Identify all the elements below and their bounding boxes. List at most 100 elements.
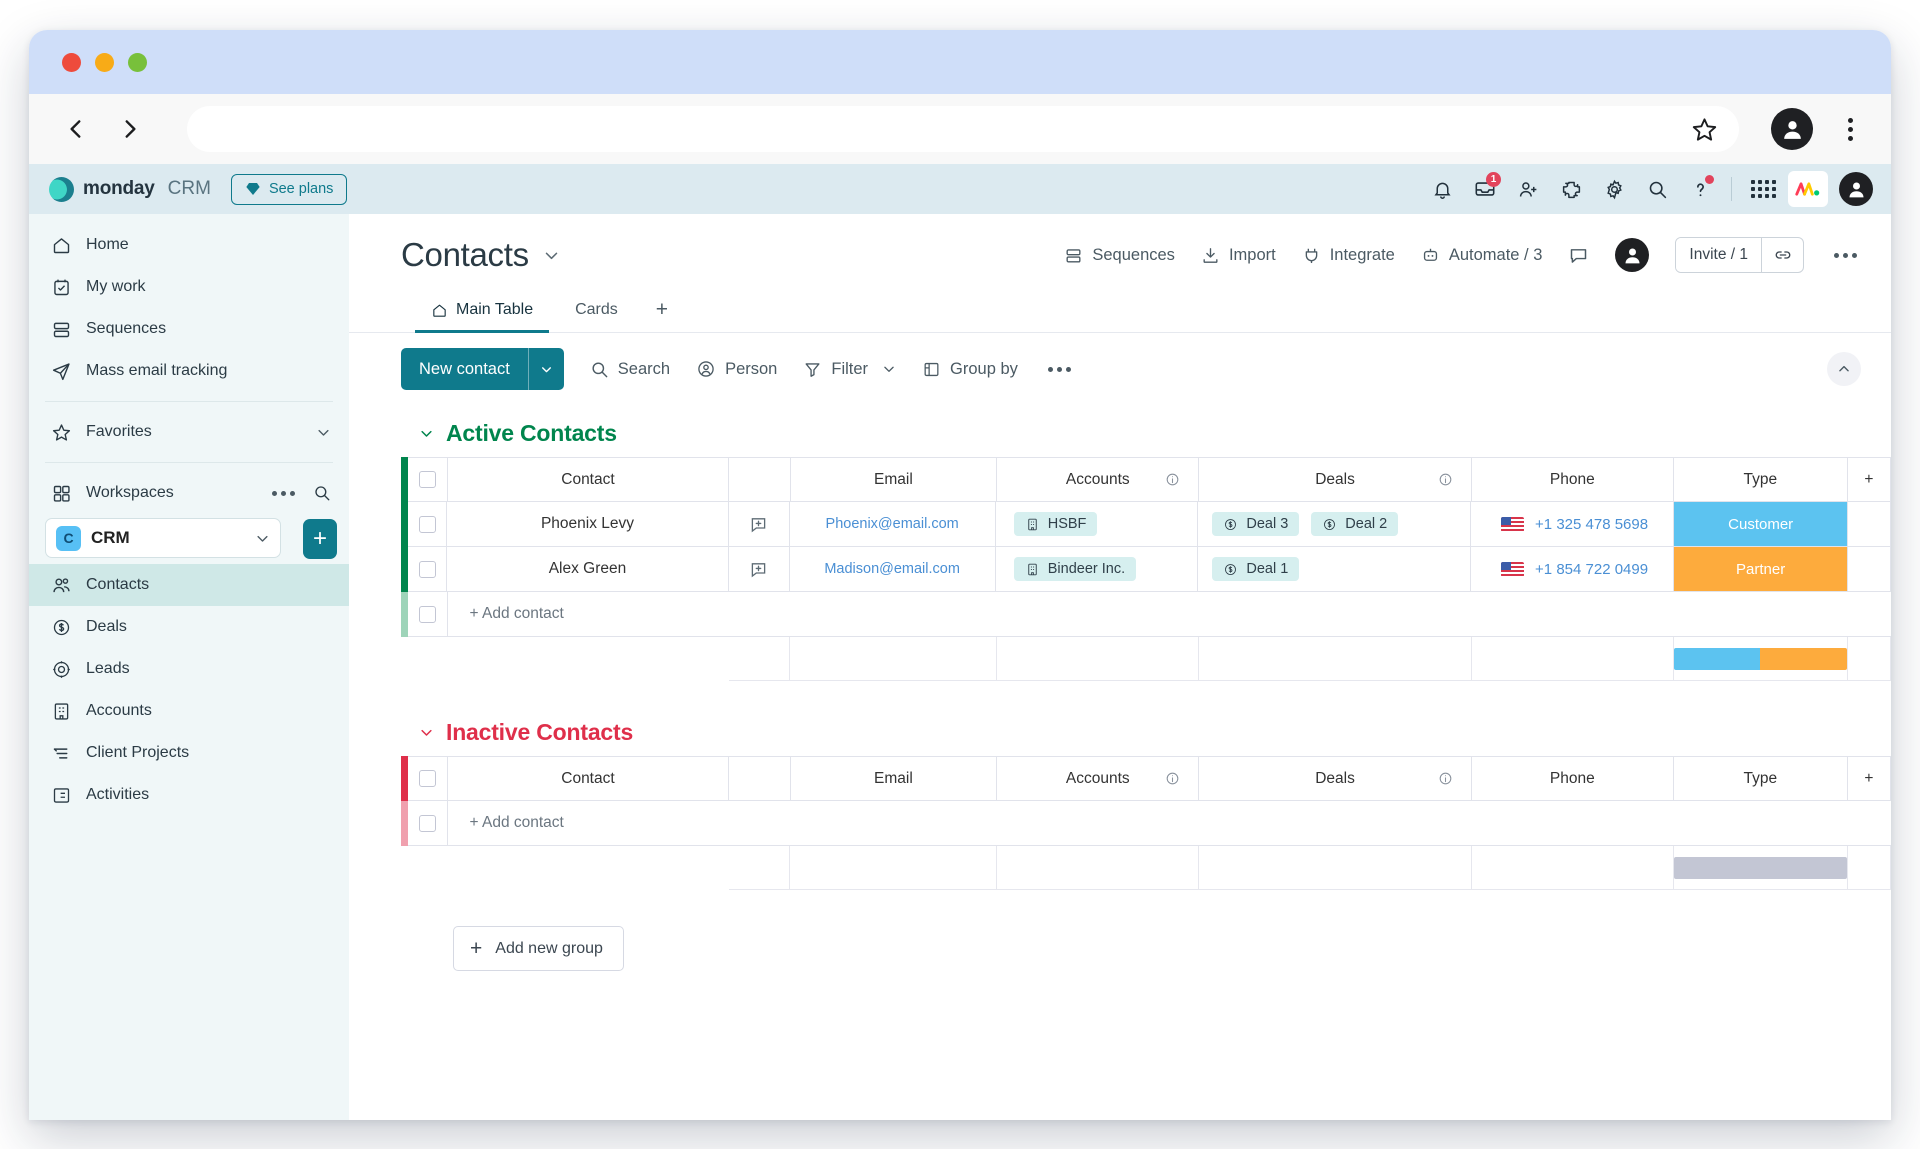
add-column-button[interactable]: + xyxy=(1848,457,1891,502)
column-header-email[interactable]: Email xyxy=(791,756,998,801)
add-row-select-cell[interactable] xyxy=(408,801,448,846)
toolbar-more-icon[interactable] xyxy=(1044,367,1075,372)
column-header-email[interactable]: Email xyxy=(791,457,998,502)
add-tab-button[interactable]: + xyxy=(644,290,680,333)
column-header-contact[interactable]: Contact xyxy=(448,457,730,502)
sidebar-item-deals[interactable]: Deals xyxy=(29,606,349,648)
group-title[interactable]: Active Contacts xyxy=(446,420,617,447)
header-chat-button[interactable] xyxy=(1568,245,1589,266)
select-all-checkbox[interactable] xyxy=(419,471,436,488)
sidebar-item-leads[interactable]: Leads xyxy=(29,648,349,690)
add-contact-label[interactable]: + Add contact xyxy=(448,801,731,846)
deals-info-icon[interactable] xyxy=(1438,472,1453,487)
forward-button[interactable] xyxy=(107,106,153,152)
row-checkbox[interactable] xyxy=(419,561,436,578)
column-header-deals[interactable]: Deals xyxy=(1199,457,1472,502)
cell-type[interactable]: Partner xyxy=(1674,547,1847,592)
column-header-contact[interactable]: Contact xyxy=(448,756,730,801)
select-all-cell[interactable] xyxy=(408,756,448,801)
cell-contact-name[interactable]: Phoenix Levy xyxy=(447,502,728,547)
help-question-icon[interactable] xyxy=(1682,171,1718,207)
sidebar-item-home[interactable]: Home xyxy=(29,224,349,266)
apps-grid-icon[interactable] xyxy=(1745,171,1781,207)
sidebar-item-workspaces[interactable]: Workspaces xyxy=(29,472,349,514)
invite-member-icon[interactable] xyxy=(1510,171,1546,207)
email-link[interactable]: Madison@email.com xyxy=(824,561,960,577)
workspace-selector[interactable]: C CRM xyxy=(45,518,281,558)
summary-cell-type[interactable] xyxy=(1674,637,1848,681)
row-expand-button[interactable] xyxy=(729,502,790,547)
add-row-select-cell[interactable] xyxy=(408,592,448,637)
accounts-info-icon[interactable] xyxy=(1165,771,1180,786)
inbox-icon[interactable]: 1 xyxy=(1467,171,1503,207)
new-contact-chevron-icon[interactable] xyxy=(528,348,564,390)
copy-link-icon[interactable] xyxy=(1761,238,1803,272)
notifications-bell-icon[interactable] xyxy=(1424,171,1460,207)
header-action-integrate[interactable]: Integrate xyxy=(1302,246,1395,265)
maximize-window-button[interactable] xyxy=(128,53,147,72)
column-header-type[interactable]: Type xyxy=(1674,756,1848,801)
sidebar-item-my-work[interactable]: My work xyxy=(29,266,349,308)
add-row-checkbox[interactable] xyxy=(419,606,436,623)
phone-number[interactable]: +1 325 478 5698 xyxy=(1535,516,1648,533)
cell-email[interactable]: Madison@email.com xyxy=(790,547,996,592)
add-contact-row[interactable]: + Add contact xyxy=(401,592,1891,637)
sidebar-item-client-projects[interactable]: Client Projects xyxy=(29,732,349,774)
row-checkbox[interactable] xyxy=(419,516,436,533)
header-avatar[interactable] xyxy=(1615,238,1649,272)
add-contact-row[interactable]: + Add contact xyxy=(401,801,1891,846)
accounts-info-icon[interactable] xyxy=(1165,472,1180,487)
group-by-button[interactable]: Group by xyxy=(922,360,1018,379)
search-button[interactable]: Search xyxy=(590,360,670,379)
row-select-cell[interactable] xyxy=(408,502,447,547)
account-chip[interactable]: Bindeer Inc. xyxy=(1014,557,1136,581)
settings-gear-icon[interactable] xyxy=(1596,171,1632,207)
cell-email[interactable]: Phoenix@email.com xyxy=(790,502,996,547)
person-filter-button[interactable]: Person xyxy=(696,359,777,379)
group-collapse-chevron-icon[interactable] xyxy=(419,725,434,740)
add-board-button[interactable]: + xyxy=(303,519,337,559)
add-new-group-button[interactable]: + Add new group xyxy=(453,926,624,971)
address-bar[interactable] xyxy=(187,106,1739,152)
add-contact-label[interactable]: + Add contact xyxy=(448,592,731,637)
sidebar-item-contacts[interactable]: Contacts xyxy=(29,564,349,606)
column-header-phone[interactable]: Phone xyxy=(1472,756,1674,801)
monday-brand[interactable]: monday CRM xyxy=(49,177,211,202)
cell-phone[interactable]: +1 854 722 0499 xyxy=(1471,547,1674,592)
user-avatar-icon[interactable] xyxy=(1839,172,1873,206)
sidebar-item-sequences[interactable]: Sequences xyxy=(29,308,349,350)
board-more-icon[interactable] xyxy=(1830,253,1861,258)
select-all-checkbox[interactable] xyxy=(419,770,436,787)
chrome-profile-icon[interactable] xyxy=(1771,108,1813,150)
column-header-accounts[interactable]: Accounts xyxy=(997,457,1199,502)
column-header-deals[interactable]: Deals xyxy=(1199,756,1472,801)
see-plans-button[interactable]: See plans xyxy=(231,174,348,205)
group-title[interactable]: Inactive Contacts xyxy=(446,719,633,746)
sidebar-item-accounts[interactable]: Accounts xyxy=(29,690,349,732)
cell-type[interactable]: Customer xyxy=(1674,502,1847,547)
cell-accounts[interactable]: HSBF xyxy=(996,502,1199,547)
cell-deals[interactable]: Deal 1 xyxy=(1198,547,1471,592)
column-header-type[interactable]: Type xyxy=(1674,457,1848,502)
select-all-cell[interactable] xyxy=(408,457,448,502)
bookmark-star-icon[interactable] xyxy=(1687,112,1721,146)
collapse-toolbar-button[interactable] xyxy=(1827,352,1861,386)
tab-main-table[interactable]: Main Table xyxy=(415,293,549,333)
workspaces-more-icon[interactable] xyxy=(268,491,299,496)
add-column-button[interactable]: + xyxy=(1848,756,1891,801)
invite-button[interactable]: Invite / 1 xyxy=(1676,238,1761,272)
deal-chip[interactable]: Deal 1 xyxy=(1212,557,1299,581)
tab-cards[interactable]: Cards xyxy=(559,293,634,333)
email-link[interactable]: Phoenix@email.com xyxy=(826,516,959,532)
table-row[interactable]: Phoenix Levy Phoenix@email.com HSBF xyxy=(401,502,1891,547)
header-action-automate[interactable]: Automate / 3 xyxy=(1421,246,1543,265)
deals-info-icon[interactable] xyxy=(1438,771,1453,786)
monday-logo-icon[interactable] xyxy=(1788,171,1828,207)
row-expand-button[interactable] xyxy=(729,547,790,592)
summary-cell-type[interactable] xyxy=(1674,846,1848,890)
board-title-chevron-icon[interactable] xyxy=(543,247,560,264)
minimize-window-button[interactable] xyxy=(95,53,114,72)
table-row[interactable]: Alex Green Madison@email.com Bindeer I xyxy=(401,547,1891,592)
new-contact-button[interactable]: New contact xyxy=(401,348,564,390)
header-action-sequences[interactable]: Sequences xyxy=(1064,246,1175,265)
